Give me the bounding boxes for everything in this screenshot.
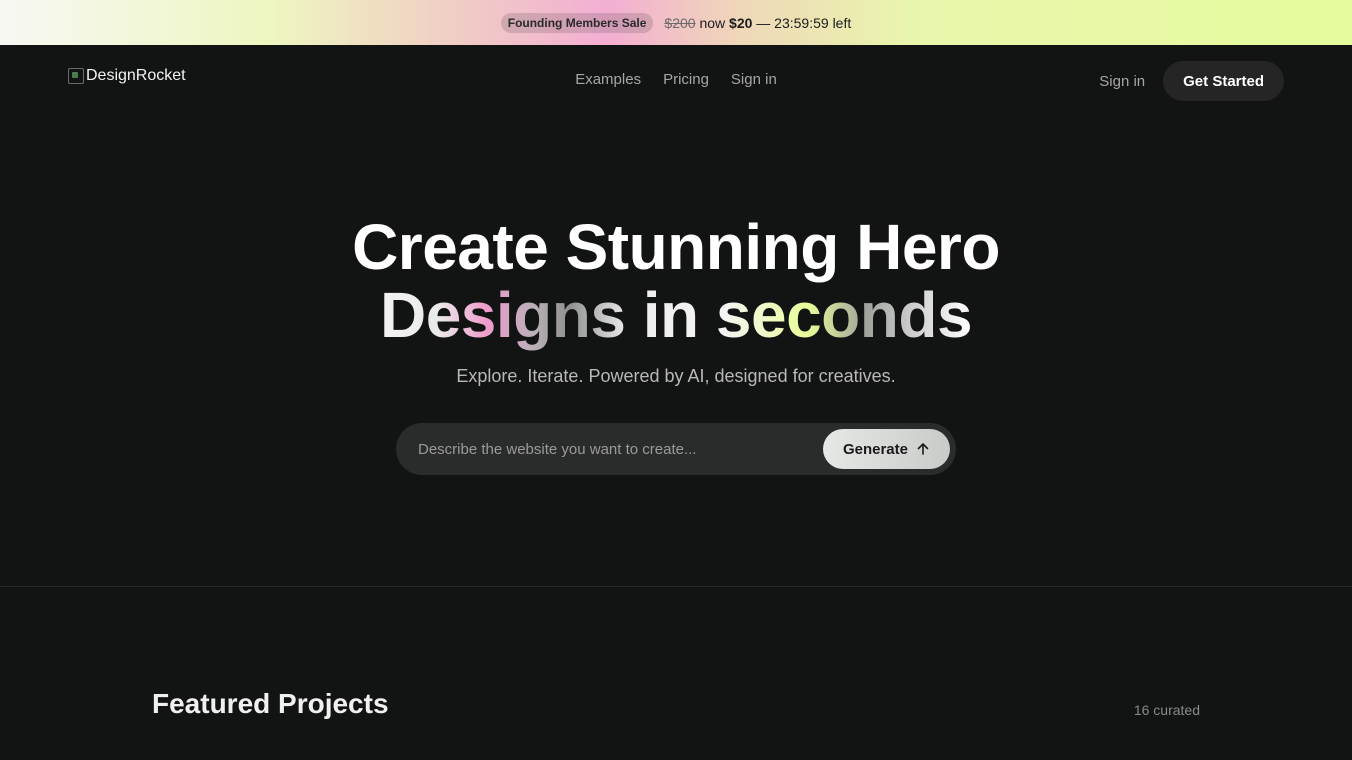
arrow-up-icon (917, 443, 929, 455)
featured-count: 16 curated (1133, 702, 1200, 718)
generate-label: Generate (842, 440, 908, 458)
countdown: — 23:59:59 left (756, 14, 852, 31)
hero-title-line1: Create Stunning Hero (352, 211, 1000, 283)
promo-text: $200 now $20 — 23:59:59 left (664, 15, 851, 31)
nav-link-examples[interactable]: Examples (575, 71, 641, 88)
sign-in-link[interactable]: Sign in (1099, 73, 1145, 90)
generate-button[interactable]: Generate (822, 429, 950, 469)
new-price: $20 (729, 14, 753, 31)
hero-subtitle: Explore. Iterate. Powered by AI, designe… (456, 366, 896, 386)
promo-banner: Founding Members Sale $200 now $20 — 23:… (0, 0, 1352, 45)
nav-link-pricing[interactable]: Pricing (663, 71, 709, 88)
hero-title: Create Stunning Hero Designs in seconds (0, 213, 1352, 349)
prompt-form: Generate (396, 423, 956, 475)
hero-title-line2: Designs in seconds (379, 279, 973, 351)
sale-badge: Founding Members Sale (500, 12, 654, 33)
nav-actions: Sign in Get Started (1099, 61, 1284, 101)
now-label: now (699, 14, 726, 31)
top-nav: DesignRocket Examples Pricing Sign in Si… (0, 45, 1352, 117)
old-price: $200 (664, 14, 696, 31)
nav-link-sign-in[interactable]: Sign in (731, 71, 777, 88)
prompt-input[interactable] (418, 440, 823, 458)
featured-title: Featured Projects (152, 688, 389, 719)
get-started-button[interactable]: Get Started (1163, 61, 1284, 101)
section-divider (0, 586, 1352, 587)
